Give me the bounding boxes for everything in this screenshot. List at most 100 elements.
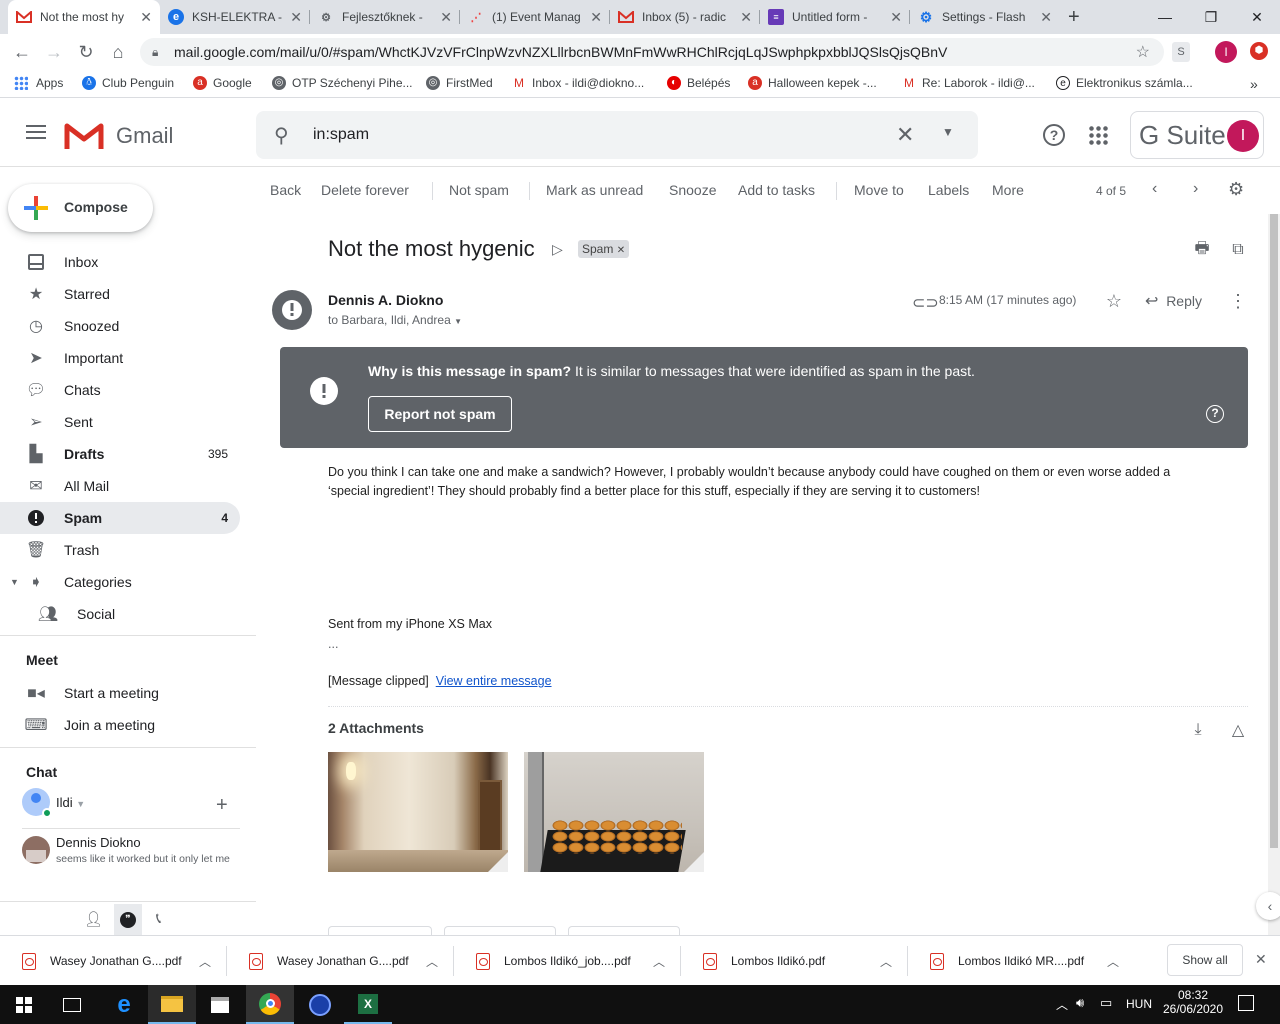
tab-untitled-form[interactable]: ≡ Untitled form - ✕ [760,0,910,34]
download-item-2[interactable]: Wasey Jonathan G....pdf ︿ [227,936,454,986]
back-arrow-icon[interactable]: ← [12,42,32,62]
search-bar[interactable]: ⚲ in:spam ✕ ▼ [256,111,978,159]
sender-name[interactable]: Dennis A. Diokno [328,292,443,308]
apps-grid-icon[interactable] [1088,125,1108,145]
input-language[interactable]: HUN [1126,997,1152,1011]
edge-browser-icon[interactable]: e [100,985,148,1024]
phone-icon[interactable]: 📞︎ [156,910,161,927]
network-icon[interactable]: ▭ [1100,995,1112,1011]
view-entire-message-link[interactable]: View entire message [436,674,552,688]
close-tab-icon[interactable]: ✕ [740,9,752,26]
bookmark-club-penguin[interactable]: 🐧︎ Club Penguin [82,76,174,90]
not-spam-button[interactable]: Not spam [449,182,509,198]
windows-start-icon[interactable] [0,985,48,1024]
attachment-thumbnail-1[interactable] [328,752,508,872]
bookmark-inbox-ildi[interactable]: M Inbox - ildi@diokno... [512,76,644,90]
bookmark-belepes[interactable]: ◐ Belépés [667,76,730,90]
sidebar-item-inbox[interactable]: Inbox [0,246,240,278]
excel-icon[interactable]: X [344,985,392,1024]
show-all-downloads-button[interactable]: Show all [1167,944,1243,976]
new-chat-plus-icon[interactable]: + [216,794,228,817]
chrome-icon[interactable] [246,985,294,1024]
sidebar-item-drafts[interactable]: ▙ Drafts 395 [0,438,240,470]
sidebar-item-spam[interactable]: Spam 4 [0,502,240,534]
sidebar-item-trash[interactable]: 🗑︎ Trash [0,534,240,566]
download-all-icon[interactable]: ⤓ [1188,720,1208,740]
add-to-tasks-button[interactable]: Add to tasks [738,182,815,198]
scrollbar-thumb[interactable] [1270,214,1278,848]
bookmark-apps[interactable]: Apps [14,76,63,90]
extension-shield-icon[interactable]: ⬢ [1250,42,1268,60]
compose-button[interactable]: Compose [8,184,153,232]
profile-avatar[interactable]: I [1215,41,1237,63]
open-new-window-icon[interactable]: ⧉ [1228,240,1248,260]
snooze-button[interactable]: Snooze [669,182,716,198]
report-not-spam-button[interactable]: Report not spam [368,396,512,432]
store-icon[interactable] [196,985,244,1024]
forward-box-button[interactable] [568,926,680,935]
home-icon[interactable]: ⌂ [108,42,128,62]
reply-button[interactable]: ↩ Reply [1145,291,1202,311]
sidebar-item-chats[interactable]: 💬︎ Chats [0,374,240,406]
reply-all-box-button[interactable] [444,926,556,935]
sidebar-item-all-mail[interactable]: ✉ All Mail [0,470,240,502]
more-options-icon[interactable]: ⋮ [1228,291,1248,311]
search-icon[interactable]: ⚲ [274,123,289,148]
bookmark-star-icon[interactable]: ☆ [1136,42,1150,62]
delete-forever-button[interactable]: Delete forever [321,182,409,198]
file-explorer-icon[interactable] [148,985,196,1024]
star-message-icon[interactable]: ☆ [1104,291,1124,311]
bookmark-laborok[interactable]: M Re: Laborok - ildi@... [902,76,1035,90]
close-tab-icon[interactable]: ✕ [1040,9,1052,26]
help-icon[interactable]: ? [1043,124,1065,146]
volume-icon[interactable]: 🔊︎ [1076,995,1084,1011]
close-downloads-icon[interactable]: ✕ [1255,951,1267,968]
person-icon[interactable]: 👤︎ [84,910,103,928]
task-view-icon[interactable] [48,985,96,1024]
notifications-icon[interactable] [1238,995,1254,1011]
start-meeting-button[interactable]: ■◂ Start a meeting [0,677,240,709]
sidebar-item-social[interactable]: 👥︎ Social [0,598,240,630]
download-item-4[interactable]: Lombos Ildikó.pdf ︿ [681,936,908,986]
recipients[interactable]: to Barbara, Ildi, Andrea ▼ [328,313,462,327]
tab-inbox-radic[interactable]: Inbox (5) - radic ✕ [610,0,760,34]
bookmark-elektronikus[interactable]: e Elektronikus számla... [1056,76,1193,90]
tab-event-manager[interactable]: ⋰ (1) Event Manag ✕ [460,0,610,34]
scrollbar[interactable] [1268,214,1280,935]
hangouts-icon[interactable]: ❞ [114,904,142,935]
close-tab-icon[interactable]: ✕ [590,9,602,26]
chat-contact-name[interactable]: Dennis Diokno [56,835,141,850]
reload-icon[interactable]: ↻ [76,42,96,62]
gmail-logo[interactable] [64,121,104,156]
gsuite-account-button[interactable]: G Suite I [1130,111,1264,159]
restore-icon[interactable]: ❐ [1188,0,1234,34]
download-item-3[interactable]: Lombos Ildikó_job....pdf ︿ [454,936,681,986]
mark-unread-button[interactable]: Mark as unread [546,182,643,198]
clock[interactable]: 08:32 26/06/2020 [1162,988,1224,1016]
search-options-icon[interactable]: ▼ [942,125,954,139]
collapse-arrow-icon[interactable]: ▼ [10,577,19,587]
save-to-drive-icon[interactable]: △ [1228,720,1248,740]
contact-avatar[interactable] [22,836,50,864]
newer-chevron-icon[interactable]: ‹ [1152,180,1157,198]
help-icon[interactable]: ? [1206,405,1224,423]
main-menu-icon[interactable] [26,125,46,139]
sidebar-item-snoozed[interactable]: ◷ Snoozed [0,310,240,342]
new-tab-icon[interactable]: + [1068,6,1080,29]
network-app-icon[interactable] [296,985,344,1024]
more-button[interactable]: More [992,182,1024,198]
close-tab-icon[interactable]: ✕ [290,9,302,26]
sidebar-item-sent[interactable]: ➢ Sent [0,406,240,438]
print-icon[interactable]: 🖶︎ [1192,240,1212,260]
bookmark-halloween[interactable]: a Halloween kepek -... [748,76,877,90]
download-item-5[interactable]: Lombos Ildikó MR....pdf ︿ [908,936,1135,986]
self-avatar[interactable] [22,788,52,818]
older-chevron-icon[interactable]: › [1193,180,1198,198]
close-tab-icon[interactable]: ✕ [890,9,902,26]
settings-gear-icon[interactable]: ⚙ [1228,179,1244,200]
sidebar-item-important[interactable]: ➤ Important [0,342,240,374]
sender-avatar[interactable] [272,290,312,330]
tab-fejlesztoknek[interactable]: ⚙ Fejlesztőknek - ✕ [310,0,460,34]
reply-box-button[interactable] [328,926,432,935]
side-panel-toggle-icon[interactable]: ‹ [1256,892,1280,920]
